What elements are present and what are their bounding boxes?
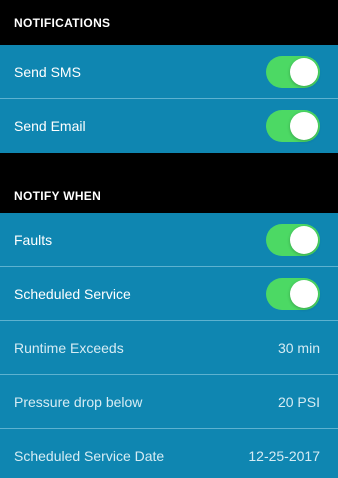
row-scheduled-service[interactable]: Scheduled Service	[0, 267, 338, 321]
toggle-knob	[290, 112, 318, 140]
toggle-knob	[290, 57, 318, 86]
section-spacer	[0, 153, 338, 177]
row-runtime-exceeds[interactable]: Runtime Exceeds 30 min	[0, 321, 338, 375]
runtime-exceeds-label: Runtime Exceeds	[14, 339, 124, 356]
pressure-drop-label: Pressure drop below	[14, 393, 143, 410]
scheduled-service-date-value: 12-25-2017	[248, 448, 320, 464]
section-title-notifications: NOTIFICATIONS	[14, 15, 111, 30]
send-sms-label: Send SMS	[14, 63, 81, 80]
row-faults[interactable]: Faults	[0, 213, 338, 267]
row-pressure-drop[interactable]: Pressure drop below 20 PSI	[0, 375, 338, 429]
notification-settings-screen: NOTIFICATIONS Send SMS Send Email NOTIFY…	[0, 0, 338, 478]
faults-toggle[interactable]	[266, 223, 320, 256]
row-send-sms[interactable]: Send SMS	[0, 45, 338, 99]
section-header-notifications: NOTIFICATIONS	[0, 0, 338, 45]
send-email-toggle[interactable]	[266, 110, 320, 142]
scheduled-service-label: Scheduled Service	[14, 285, 131, 302]
toggle-knob	[290, 225, 318, 254]
scheduled-service-date-label: Scheduled Service Date	[14, 448, 165, 464]
row-scheduled-service-date[interactable]: Scheduled Service Date 12-25-2017	[0, 429, 338, 478]
runtime-exceeds-value: 30 min	[277, 339, 320, 356]
send-sms-toggle[interactable]	[266, 55, 320, 88]
scheduled-service-toggle[interactable]	[266, 277, 320, 310]
section-title-notify-when: NOTIFY WHEN	[14, 189, 102, 203]
send-email-label: Send Email	[14, 118, 86, 134]
toggle-knob	[290, 279, 318, 308]
faults-label: Faults	[14, 231, 53, 248]
section-header-notify-when: NOTIFY WHEN	[0, 177, 338, 213]
row-send-email[interactable]: Send Email	[0, 99, 338, 153]
pressure-drop-value: 20 PSI	[277, 393, 320, 410]
